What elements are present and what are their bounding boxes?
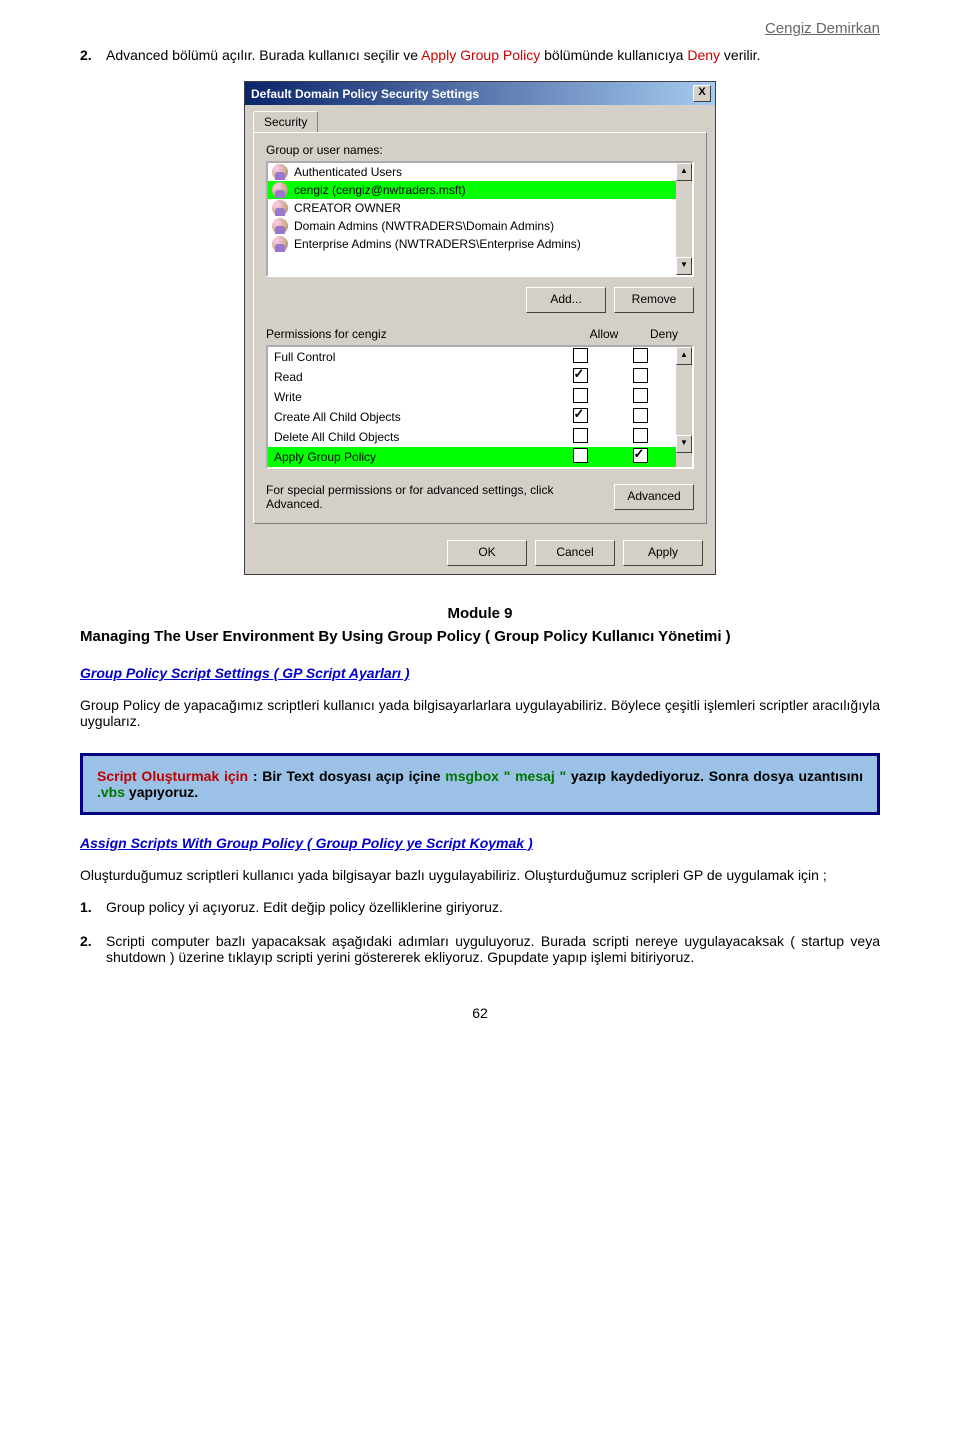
- checkbox-allow[interactable]: [573, 368, 588, 383]
- add-button[interactable]: Add...: [526, 287, 606, 313]
- perm-row[interactable]: Delete All Child Objects: [268, 427, 676, 447]
- para-scripts: Group Policy de yapacağımız scriptleri k…: [80, 697, 880, 729]
- perm-name: Read: [274, 370, 550, 384]
- intro-body: Advanced bölümü açılır. Burada kullanıcı…: [106, 47, 880, 63]
- apply-button[interactable]: Apply: [623, 540, 703, 566]
- step-text: Scripti computer bazlı yapacaksak aşağıd…: [106, 933, 880, 965]
- tab-body: Group or user names: Authenticated Users…: [253, 132, 707, 524]
- module-number: Module 9: [80, 605, 880, 622]
- intro-num: 2.: [80, 47, 106, 63]
- list-item[interactable]: Authenticated Users: [268, 163, 692, 181]
- tab-row: Security: [245, 105, 715, 132]
- group-label: Group or user names:: [266, 143, 694, 157]
- checkbox-allow[interactable]: [573, 448, 588, 463]
- perm-row[interactable]: Read: [268, 367, 676, 387]
- advanced-row: For special permissions or for advanced …: [266, 483, 694, 511]
- intro-deny: Deny: [687, 47, 720, 63]
- callout-t6: yapıyoruz.: [125, 784, 198, 800]
- list-item[interactable]: Enterprise Admins (NWTRADERS\Enterprise …: [268, 235, 692, 253]
- dialog-footer: OK Cancel Apply: [245, 532, 715, 574]
- step-2: 2. Scripti computer bazlı yapacaksak aşa…: [80, 933, 880, 965]
- user-name: Enterprise Admins (NWTRADERS\Enterprise …: [294, 237, 581, 251]
- perm-name: Full Control: [274, 350, 550, 364]
- checkbox-deny[interactable]: [633, 428, 648, 443]
- scroll-down-icon[interactable]: ▼: [676, 257, 692, 275]
- dialog-titlebar: Default Domain Policy Security Settings …: [245, 82, 715, 105]
- list-item[interactable]: Domain Admins (NWTRADERS\Domain Admins): [268, 217, 692, 235]
- remove-button[interactable]: Remove: [614, 287, 694, 313]
- users-buttons: Add... Remove: [266, 287, 694, 313]
- perm-row[interactable]: Apply Group Policy: [268, 447, 676, 467]
- intro-apply: Apply Group Policy: [421, 47, 540, 63]
- scroll-down-icon[interactable]: ▼: [676, 435, 692, 453]
- module-title: Managing The User Environment By Using G…: [80, 628, 880, 645]
- checkbox-deny[interactable]: [633, 368, 648, 383]
- perm-row[interactable]: Create All Child Objects: [268, 407, 676, 427]
- scroll-up-icon[interactable]: ▲: [676, 163, 692, 181]
- ok-button[interactable]: OK: [447, 540, 527, 566]
- checkbox-allow[interactable]: [573, 428, 588, 443]
- user-icon: [272, 236, 288, 252]
- intro-t3: bölümünde kullanıcıya: [540, 47, 687, 63]
- advanced-text: For special permissions or for advanced …: [266, 483, 604, 511]
- page-header-author: Cengiz Demirkan: [80, 20, 880, 37]
- intro-item: 2. Advanced bölümü açılır. Burada kullan…: [80, 47, 880, 63]
- intro-t5: verilir.: [724, 47, 761, 63]
- callout-title: Script Oluşturmak için: [97, 768, 248, 784]
- checkbox-deny[interactable]: [633, 408, 648, 423]
- user-icon: [272, 200, 288, 216]
- perm-name: Write: [274, 390, 550, 404]
- section-assign-scripts: Assign Scripts With Group Policy ( Group…: [80, 835, 880, 851]
- cancel-button[interactable]: Cancel: [535, 540, 615, 566]
- checkbox-deny[interactable]: [633, 448, 648, 463]
- user-name: CREATOR OWNER: [294, 201, 401, 215]
- intro-t1: Advanced bölümü açılır. Burada kullanıcı…: [106, 47, 421, 63]
- callout-ext: .vbs: [97, 784, 125, 800]
- users-scrollbar[interactable]: ▲ ▼: [676, 163, 692, 275]
- tab-security[interactable]: Security: [253, 111, 318, 132]
- permissions-list: Full Control Read Write Create All Child…: [266, 345, 694, 469]
- close-icon[interactable]: X: [693, 85, 711, 102]
- dialog-title: Default Domain Policy Security Settings: [251, 87, 479, 101]
- user-icon: [272, 182, 288, 198]
- checkbox-deny[interactable]: [633, 348, 648, 363]
- callout-code: msgbox " mesaj ": [445, 768, 566, 784]
- user-name: Domain Admins (NWTRADERS\Domain Admins): [294, 219, 554, 233]
- perm-for-label: Permissions for cengiz: [266, 327, 574, 341]
- perm-scrollbar[interactable]: ▲ ▼: [676, 347, 692, 467]
- step-1: 1. Group policy yi açıyoruz. Edit değip …: [80, 899, 880, 915]
- checkbox-deny[interactable]: [633, 388, 648, 403]
- step-num: 1.: [80, 899, 106, 915]
- step-text: Group policy yi açıyoruz. Edit değip pol…: [106, 899, 880, 915]
- checkbox-allow[interactable]: [573, 348, 588, 363]
- perm-name: Delete All Child Objects: [274, 430, 550, 444]
- col-deny: Deny: [634, 327, 694, 341]
- checkbox-allow[interactable]: [573, 388, 588, 403]
- perm-name: Create All Child Objects: [274, 410, 550, 424]
- user-name: Authenticated Users: [294, 165, 402, 179]
- callout-t4: yazıp kaydediyoruz. Sonra dosya uzantısı…: [566, 768, 863, 784]
- page-number: 62: [80, 1005, 880, 1021]
- list-item[interactable]: CREATOR OWNER: [268, 199, 692, 217]
- perm-row[interactable]: Write: [268, 387, 676, 407]
- user-icon: [272, 164, 288, 180]
- section-script-settings: Group Policy Script Settings ( GP Script…: [80, 665, 880, 681]
- callout-t2: : Bir Text dosyası açıp içine: [248, 768, 445, 784]
- callout-script: Script Oluşturmak için : Bir Text dosyas…: [80, 753, 880, 815]
- col-allow: Allow: [574, 327, 634, 341]
- para-assign: Oluşturduğumuz scriptleri kullanıcı yada…: [80, 867, 880, 883]
- scroll-up-icon[interactable]: ▲: [676, 347, 692, 365]
- perm-name: Apply Group Policy: [274, 450, 550, 464]
- step-num: 2.: [80, 933, 106, 965]
- perm-header: Permissions for cengiz Allow Deny: [266, 327, 694, 341]
- users-listbox[interactable]: Authenticated Users cengiz (cengiz@nwtra…: [266, 161, 694, 277]
- user-name: cengiz (cengiz@nwtraders.msft): [294, 183, 466, 197]
- security-dialog: Default Domain Policy Security Settings …: [244, 81, 716, 575]
- perm-row[interactable]: Full Control: [268, 347, 676, 367]
- advanced-button[interactable]: Advanced: [614, 484, 694, 510]
- list-item[interactable]: cengiz (cengiz@nwtraders.msft): [268, 181, 692, 199]
- checkbox-allow[interactable]: [573, 408, 588, 423]
- user-icon: [272, 218, 288, 234]
